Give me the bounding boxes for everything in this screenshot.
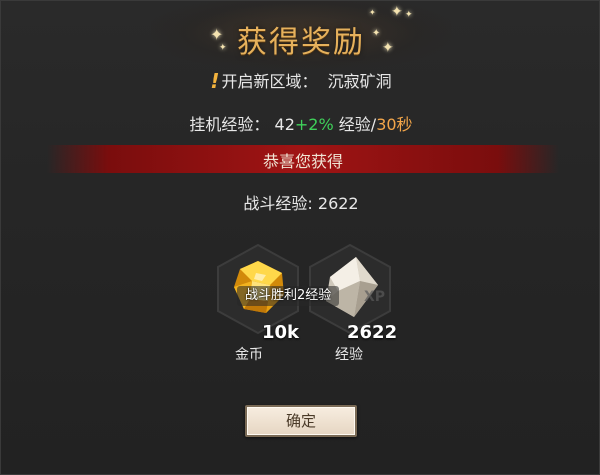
dialog-title: 获得奖励 [237, 25, 365, 60]
confirm-button[interactable]: 确定 [245, 405, 357, 437]
idle-exp-line: 挂机经验： 42+2% 经验/30秒 [1, 111, 600, 135]
new-region-value: 沉寂矿洞 [327, 72, 392, 91]
idle-exp-interval: 30秒 [376, 115, 413, 134]
sparkle-icon: ✦ [369, 8, 376, 17]
idle-exp-unit: 经验/ [338, 115, 377, 134]
idle-exp-bonus: +2% [294, 115, 334, 134]
congrats-banner: 恭喜您获得 [47, 145, 559, 173]
exp-watermark: XP [364, 289, 385, 305]
idle-exp-base: 42 [274, 115, 295, 134]
idle-exp-label: 挂机经验： [189, 115, 270, 134]
exclamation-icon: ! [210, 69, 220, 93]
new-region-label: 开启新区域： [221, 72, 318, 91]
battle-exp-value: 2622 [317, 194, 359, 213]
congrats-banner-text: 恭喜您获得 [262, 152, 343, 171]
battle-exp-line: 战斗经验: 2622 [1, 190, 600, 214]
new-region-line: ! 开启新区域： 沉寂矿洞 [1, 68, 600, 93]
reward-tooltip: 战斗胜利2经验 [237, 286, 340, 306]
exp-name: 经验 [335, 347, 363, 363]
reward-dialog: ✦ ✦ ✦ ✦ ✦ ✦ ✦ 获得奖励 ! 开启新区域： 沉寂矿洞 挂机经验： 42… [0, 0, 600, 475]
exp-amount: 2622 [347, 322, 398, 343]
gold-amount: 10k [262, 322, 300, 343]
battle-exp-label: 战斗经验: [243, 194, 313, 213]
gold-name: 金币 [235, 347, 263, 363]
